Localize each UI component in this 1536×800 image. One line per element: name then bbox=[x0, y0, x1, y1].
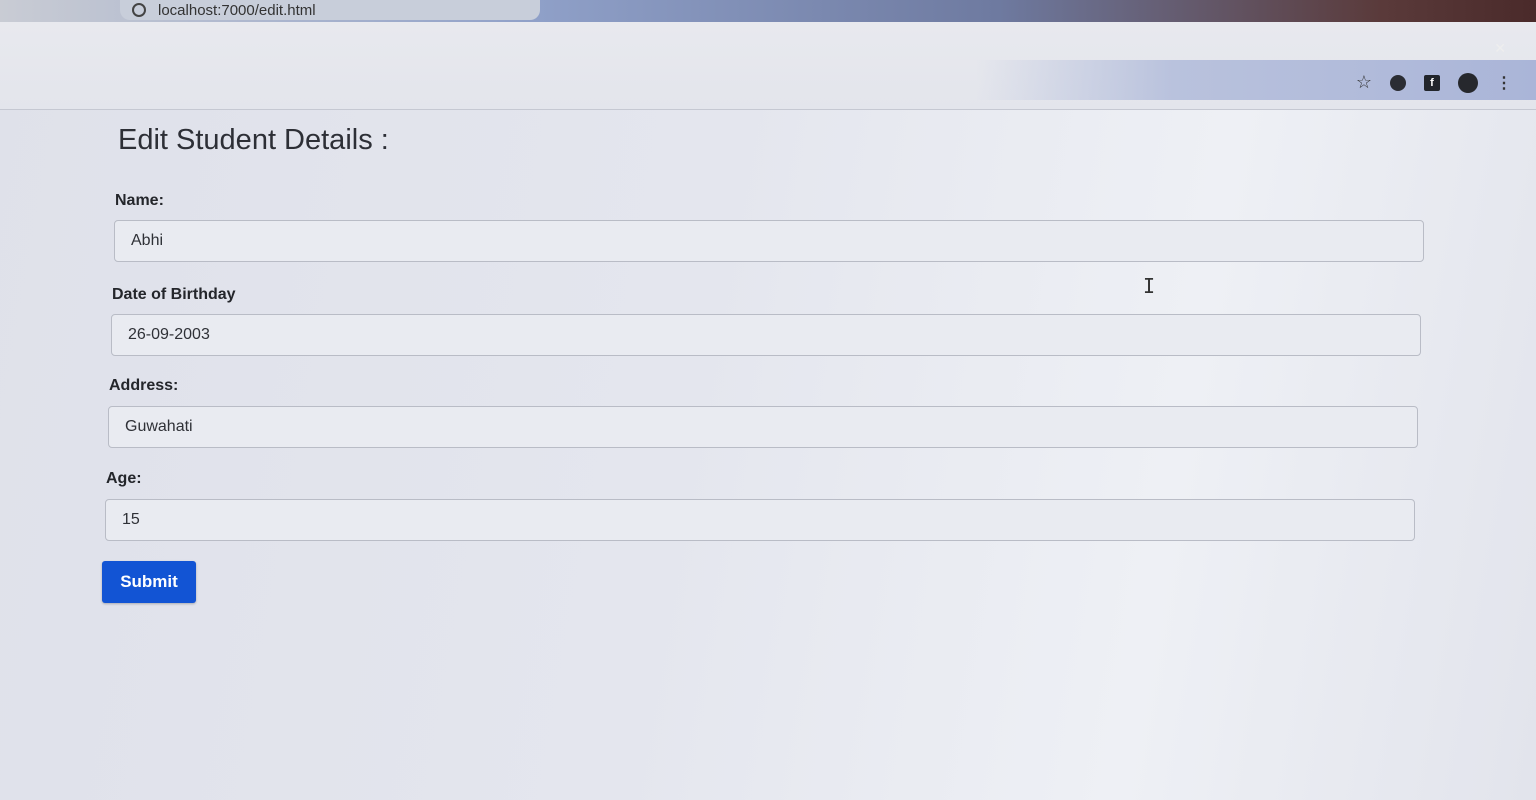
profile-avatar-icon[interactable] bbox=[1458, 72, 1478, 93]
dob-input[interactable] bbox=[111, 314, 1421, 356]
url-text: localhost:7000/edit.html bbox=[158, 1, 316, 19]
close-icon[interactable]: ✕ bbox=[1494, 40, 1506, 57]
text-cursor-icon: I bbox=[1143, 274, 1156, 298]
address-bar[interactable]: localhost:7000/edit.html bbox=[120, 0, 540, 20]
submit-button[interactable]: Submit bbox=[102, 561, 196, 603]
name-input[interactable] bbox=[114, 220, 1424, 262]
star-icon[interactable]: ☆ bbox=[1356, 72, 1372, 93]
toolbar-icons: ☆ f ⋮ bbox=[1356, 72, 1512, 93]
age-input[interactable] bbox=[105, 499, 1415, 541]
flipboard-icon[interactable]: f bbox=[1424, 74, 1440, 91]
info-icon[interactable] bbox=[132, 3, 146, 17]
screen: localhost:7000/edit.html ✕ ☆ f ⋮ Edit St… bbox=[0, 0, 1536, 800]
extension-icon[interactable] bbox=[1390, 74, 1406, 91]
name-label: Name: bbox=[115, 192, 164, 209]
address-input[interactable] bbox=[108, 406, 1418, 448]
age-label: Age: bbox=[106, 470, 142, 487]
page-title: Edit Student Details : bbox=[118, 124, 389, 156]
address-label: Address: bbox=[109, 377, 179, 394]
menu-kebab-icon[interactable]: ⋮ bbox=[1496, 73, 1512, 93]
page-content: Edit Student Details : Name: Date of Bir… bbox=[0, 110, 1536, 800]
dob-label: Date of Birthday bbox=[112, 286, 236, 303]
